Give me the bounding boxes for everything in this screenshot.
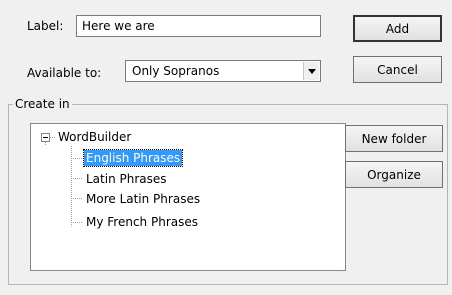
tree-item-my-french-phrases[interactable]: My French Phrases [86,214,198,230]
tree-item-latin-phrases[interactable]: Latin Phrases [86,171,167,187]
available-to-select[interactable]: Only Sopranos [125,60,321,82]
add-button[interactable]: Add [353,15,442,42]
cancel-button[interactable]: Cancel [353,56,442,83]
label-caption: Label: [27,19,64,33]
chevron-down-icon[interactable] [303,62,319,80]
folder-tree[interactable]: WordBuilder English Phrases Latin Phrase… [30,123,346,271]
tree-item-more-latin-phrases[interactable]: More Latin Phrases [86,191,200,207]
minus-box-icon[interactable] [41,133,50,142]
new-folder-button[interactable]: New folder [345,125,443,152]
tree-root-wordbuilder[interactable]: WordBuilder [58,129,131,145]
available-to-value: Only Sopranos [132,64,220,78]
organize-button[interactable]: Organize [345,161,443,188]
create-in-legend: Create in [15,97,70,111]
available-to-caption: Available to: [27,66,102,80]
tree-item-english-phrases[interactable]: English Phrases [82,149,184,167]
label-input[interactable]: Here we are [76,15,321,37]
